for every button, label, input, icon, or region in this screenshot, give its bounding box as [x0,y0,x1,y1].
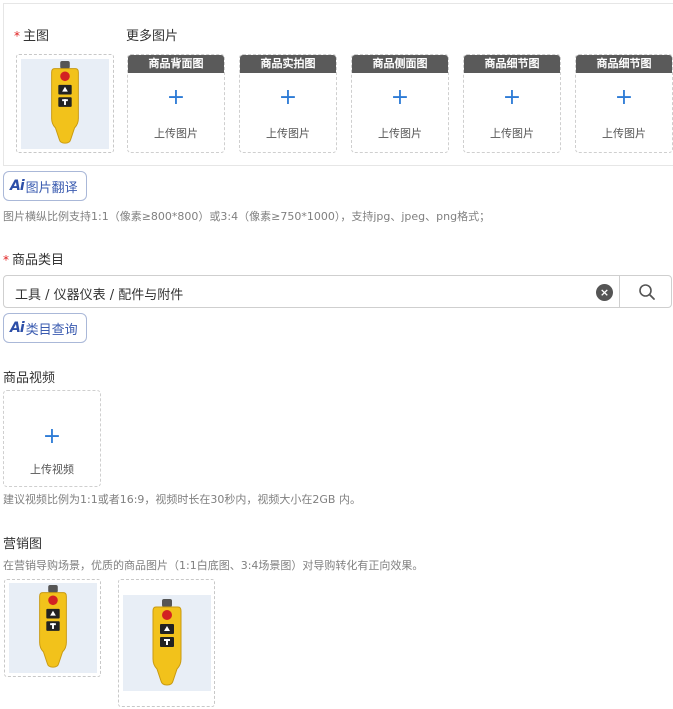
upload-slot-detail-1[interactable]: 商品细节图 + 上传图片 [463,54,561,153]
ai-icon: Ai [10,178,25,194]
slot-upload-text: 上传图片 [378,127,422,140]
slot-title: 商品侧面图 [352,55,448,73]
required-asterisk: * [14,29,20,43]
category-input[interactable]: 工具 / 仪器仪表 / 配件与附件 × [3,275,672,308]
search-icon [638,283,655,300]
image-translate-button[interactable]: Ai 图片翻译 [3,171,87,201]
slot-title: 商品细节图 [464,55,560,73]
category-label: * 商品类目 [3,253,65,268]
slot-upload-text: 上传图片 [602,127,646,140]
upload-slot-real-shot[interactable]: 商品实拍图 + 上传图片 [239,54,337,153]
upload-slot-side[interactable]: 商品侧面图 + 上传图片 [351,54,449,153]
main-image[interactable] [16,54,114,153]
slot-title: 商品细节图 [576,55,672,73]
video-upload-text: 上传视频 [30,463,74,476]
main-image-label: * 主图 [14,29,50,44]
plus-icon: + [502,85,522,110]
plus-icon: + [42,424,62,449]
upload-slot-detail-2[interactable]: 商品细节图 + 上传图片 [575,54,673,153]
slot-upload-text: 上传图片 [266,127,310,140]
image-translate-label: 图片翻译 [25,180,78,196]
video-upload-box[interactable]: + 上传视频 [3,390,101,487]
more-images-label: 更多图片 [126,29,179,44]
upload-slot-back[interactable]: 商品背面图 + 上传图片 [127,54,225,153]
clear-icon[interactable]: × [596,284,613,301]
slot-upload-text: 上传图片 [154,127,198,140]
product-image [21,58,109,149]
plus-icon: + [166,85,186,110]
marketing-label: 营销图 [3,537,43,552]
required-asterisk: * [3,253,9,267]
ai-icon: Ai [10,320,25,336]
category-query-label: 类目查询 [25,322,78,338]
slot-upload-text: 上传图片 [490,127,534,140]
marketing-hint: 在营销导购场景，优质的商品图片（1:1白底图、3:4场景图）对导购转化有正向效果… [3,559,424,572]
product-image [122,595,211,691]
video-hint: 建议视频比例为1:1或者16:9，视频时长在30秒内，视频大小在2GB 内。 [3,493,361,506]
plus-icon: + [278,85,298,110]
category-value: 工具 / 仪器仪表 / 配件与附件 [15,288,184,303]
plus-icon: + [614,85,634,110]
image-format-hint: 图片横纵比例支持1:1（像素≥800*800）或3:4（像素≥750*1000）… [3,210,491,223]
marketing-image-portrait[interactable] [118,579,215,707]
category-search-button[interactable] [619,275,673,308]
slot-title: 商品背面图 [128,55,224,73]
video-label: 商品视频 [3,371,56,386]
slot-title: 商品实拍图 [240,55,336,73]
marketing-image-square[interactable] [4,579,101,677]
category-query-button[interactable]: Ai 类目查询 [3,313,87,343]
product-image [8,583,97,673]
plus-icon: + [390,85,410,110]
